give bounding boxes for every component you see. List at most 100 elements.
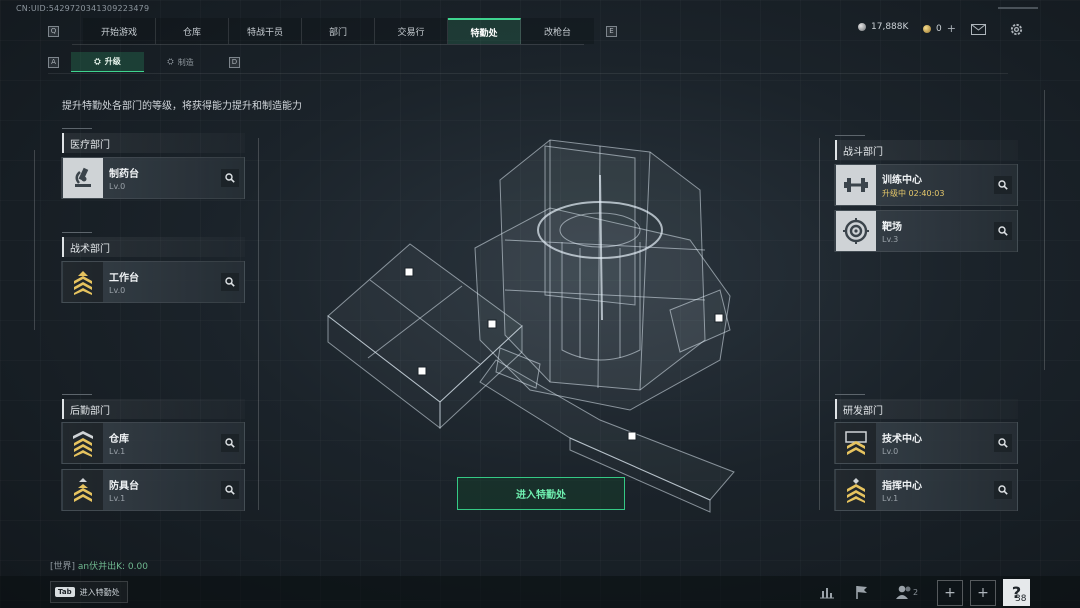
tab-operators[interactable]: 特战干员 (229, 18, 302, 44)
add-slot-button[interactable]: + (937, 580, 963, 606)
tab-warehouse[interactable]: 仓库 (156, 18, 229, 44)
upgrade-icon: ⛭ (94, 56, 101, 66)
inspect-button[interactable] (994, 176, 1012, 194)
tab-action-label: 进入特勤处 (79, 587, 120, 597)
facility-info: 制药台 Lv.0 (109, 165, 221, 191)
tab-key-label: Tab (55, 587, 75, 597)
facility-card-training-center[interactable]: 训练中心 升级中 02:40:03 (834, 164, 1018, 206)
page-description: 提升特勤处各部门的等级，将获得能力提升和制造能力 (62, 101, 302, 112)
tab-craft[interactable]: ⛭ 制造 (144, 52, 217, 72)
hotspot-marker (404, 267, 414, 277)
facility-name: 仓库 (109, 434, 129, 445)
player-uid: CN:UID:5429720341309223479 (16, 4, 150, 13)
facility-card-workbench[interactable]: 工作台 Lv.0 (61, 261, 245, 303)
nav-divider (72, 44, 584, 45)
inspect-button[interactable] (221, 434, 239, 452)
facility-level: Lv.1 (882, 494, 899, 503)
facility-name: 训练中心 (882, 175, 922, 186)
search-icon (998, 226, 1008, 236)
tab-upgrade[interactable]: ⛭ 升级 (71, 52, 144, 72)
hotspot-marker (627, 431, 637, 441)
add-slot-button[interactable]: + (970, 580, 996, 606)
dept-header-research: 研发部门 (835, 394, 1018, 419)
facility-name: 指挥中心 (882, 481, 922, 492)
mail-icon[interactable] (969, 20, 987, 38)
inspect-button[interactable] (994, 222, 1012, 240)
tab-trading[interactable]: 交易行 (375, 18, 448, 44)
hotspot-marker (487, 319, 497, 329)
gold-amount: 0 (936, 23, 942, 34)
nav-next-key-hint[interactable]: E (606, 25, 617, 37)
sub-nav: A ⛭ 升级 ⛭ 制造 D (48, 52, 240, 72)
hotspot-marker (417, 366, 427, 376)
chat-channel: [世界] (50, 562, 76, 572)
dept-header-medical: 医疗部门 (62, 128, 245, 153)
tab-shortcut-hint[interactable]: Tab 进入特勤处 (50, 581, 128, 603)
target-icon (836, 211, 876, 251)
search-icon (998, 438, 1008, 448)
facility-card-command-center[interactable]: 指挥中心 Lv.1 (834, 469, 1018, 511)
facility-card-pharmacy[interactable]: 制药台 Lv.0 (61, 157, 245, 199)
dept-title-research: 研发部门 (843, 405, 883, 417)
gold-currency[interactable]: 0 + (923, 22, 956, 35)
gold-coin-icon (923, 24, 931, 33)
inspect-button[interactable] (994, 434, 1012, 452)
subnav-prev-key-hint[interactable]: A (48, 56, 59, 68)
inspect-button[interactable] (221, 481, 239, 499)
search-icon (225, 485, 235, 495)
friends-icon[interactable] (893, 582, 915, 602)
flag-icon[interactable] (851, 582, 873, 602)
chat-message: an伏并出K: 0.00 (77, 562, 148, 572)
right-frame-line (1044, 90, 1045, 370)
inspect-button[interactable] (221, 273, 239, 291)
nav-tabs: 开始游戏 仓库 特战干员 部门 交易行 特勤处 改枪台 (83, 18, 594, 44)
inspect-button[interactable] (994, 481, 1012, 499)
subnav-divider (48, 73, 1008, 74)
add-currency-icon[interactable]: + (947, 22, 956, 35)
friend-count: 2 (913, 588, 919, 597)
facility-level: Lv.1 (109, 447, 126, 456)
center-left-frame-line (258, 138, 259, 510)
tab-special-ops[interactable]: 特勤处 (448, 18, 521, 44)
facility-level: Lv.3 (882, 235, 899, 244)
inspect-button[interactable] (221, 169, 239, 187)
facility-upgrade-timer: 升级中 02:40:03 (882, 189, 945, 198)
facility-name: 工作台 (109, 273, 139, 284)
enter-special-ops-button[interactable]: 进入特勤处 (457, 477, 625, 510)
facility-card-tech-center[interactable]: 技术中心 Lv.0 (834, 422, 1018, 464)
facility-card-warehouse[interactable]: 仓库 Lv.1 (61, 422, 245, 464)
search-icon (998, 180, 1008, 190)
center-right-frame-line (819, 138, 820, 510)
plus-icon: + (977, 585, 989, 601)
rank-chevron-icon (836, 470, 876, 510)
facility-info: 技术中心 Lv.0 (882, 430, 994, 456)
facility-card-armor-bench[interactable]: 防具台 Lv.1 (61, 469, 245, 511)
dept-header-tactical: 战术部门 (62, 232, 245, 257)
facility-level: Lv.0 (882, 447, 899, 456)
facility-info: 防具台 Lv.1 (109, 477, 221, 503)
tab-start-game[interactable]: 开始游戏 (83, 18, 156, 44)
world-chat-line[interactable]: [世界] an伏并出K: 0.00 (50, 559, 148, 572)
dept-title-combat: 战斗部门 (843, 146, 883, 158)
rank-chevron-icon (63, 262, 103, 302)
tab-gunsmith[interactable]: 改枪台 (521, 18, 594, 44)
silver-amount: 17,888K (871, 22, 909, 32)
rank-chevron-icon (63, 470, 103, 510)
main-nav: Q 开始游戏 仓库 特战干员 部门 交易行 特勤处 改枪台 E (48, 18, 617, 44)
nav-prev-key-hint[interactable]: Q (48, 25, 59, 37)
dept-header-combat: 战斗部门 (835, 135, 1018, 160)
facility-info: 工作台 Lv.0 (109, 269, 221, 295)
top-decoration (998, 7, 1038, 9)
search-icon (225, 277, 235, 287)
tab-department[interactable]: 部门 (302, 18, 375, 44)
search-icon (998, 485, 1008, 495)
facility-info: 指挥中心 Lv.1 (882, 477, 994, 503)
settings-gear-icon[interactable] (1007, 20, 1025, 38)
tab-craft-label: 制造 (177, 57, 194, 67)
facility-info: 仓库 Lv.1 (109, 430, 221, 456)
facility-level: Lv.0 (109, 182, 126, 191)
stats-chart-icon[interactable] (816, 582, 838, 602)
left-frame-line (34, 150, 35, 330)
subnav-next-key-hint[interactable]: D (229, 56, 240, 68)
facility-card-shooting-range[interactable]: 靶场 Lv.3 (834, 210, 1018, 252)
